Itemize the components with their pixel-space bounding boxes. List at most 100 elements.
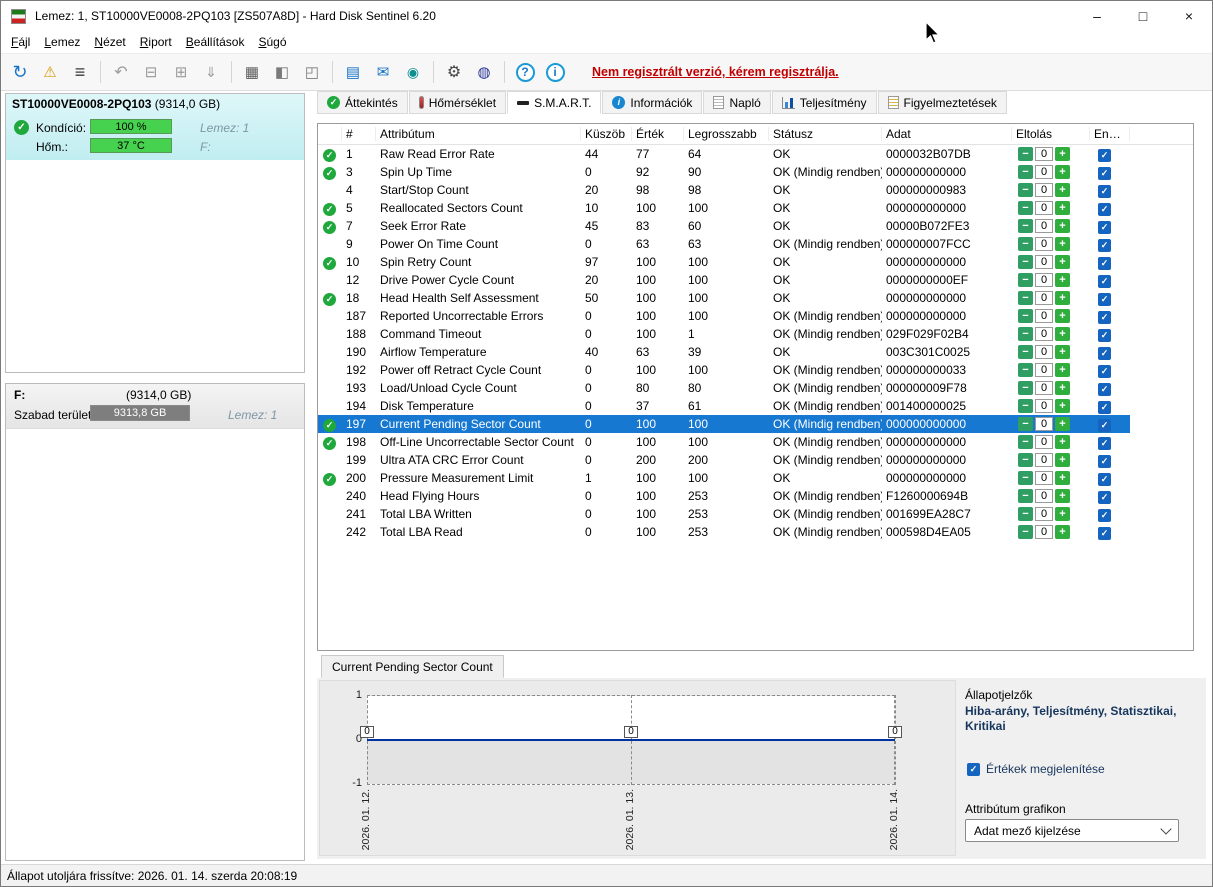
menu-item-beallitasok[interactable]: Beállítások [179, 32, 252, 52]
offset-increase-button[interactable]: + [1055, 363, 1070, 377]
offset-decrease-button[interactable]: − [1018, 273, 1033, 287]
enabled-checkbox[interactable]: ✓ [1098, 400, 1111, 414]
disk-remove-icon[interactable]: ⊟ [136, 58, 166, 86]
offset-decrease-button[interactable]: − [1018, 201, 1033, 215]
enabled-checkbox[interactable]: ✓ [1098, 328, 1111, 342]
offset-value[interactable]: 0 [1035, 471, 1053, 485]
table-row[interactable]: 188 Command Timeout 0 100 1 OK (Mindig rendbe… [318, 325, 1130, 343]
table-row[interactable]: ✓ 5 Reallocated Sectors Count 10 100 100 OK 000… [318, 199, 1130, 217]
table-row[interactable]: 240 Head Flying Hours 0 100 253 OK (Mindig re… [318, 487, 1130, 505]
table-row[interactable]: ✓ 1 Raw Read Error Rate 44 77 64 OK 0000032B07D… [318, 145, 1130, 163]
enabled-checkbox[interactable]: ✓ [1098, 238, 1111, 252]
disk-list-item[interactable]: ST10000VE0008-2PQ103 (9314,0 GB) ✓ Kondí… [6, 94, 304, 160]
offset-decrease-button[interactable]: − [1018, 345, 1033, 359]
offset-value[interactable]: 0 [1035, 399, 1053, 413]
enabled-checkbox[interactable]: ✓ [1098, 490, 1111, 504]
printer-icon[interactable]: ▦ [237, 58, 267, 86]
offset-decrease-button[interactable]: − [1018, 147, 1033, 161]
offset-increase-button[interactable]: + [1055, 237, 1070, 251]
enabled-checkbox[interactable]: ✓ [1098, 274, 1111, 288]
undo-icon[interactable]: ↶ [106, 58, 136, 86]
offset-decrease-button[interactable]: − [1018, 327, 1033, 341]
table-row[interactable]: 193 Load/Unload Cycle Count 0 80 80 OK (Mindi… [318, 379, 1130, 397]
tab-naplo[interactable]: Napló [703, 91, 771, 114]
menu-item-lemez[interactable]: Lemez [37, 32, 87, 52]
offset-increase-button[interactable]: + [1055, 309, 1070, 323]
offset-decrease-button[interactable]: − [1018, 165, 1033, 179]
offset-value[interactable]: 0 [1035, 381, 1053, 395]
offset-decrease-button[interactable]: − [1018, 363, 1033, 377]
offset-decrease-button[interactable]: − [1018, 399, 1033, 413]
offset-increase-button[interactable]: + [1055, 327, 1070, 341]
offset-increase-button[interactable]: + [1055, 219, 1070, 233]
table-row[interactable]: ✓ 7 Seek Error Rate 45 83 60 OK 00000B072FE3 −0 +… [318, 217, 1130, 235]
tab-attekintes[interactable]: ✓ Áttekintés [317, 91, 408, 114]
tab-informaciok[interactable]: i Információk [602, 91, 703, 114]
tab-homerseklet[interactable]: Hőmérséklet [408, 91, 507, 114]
enabled-checkbox[interactable]: ✓ [1098, 472, 1111, 486]
offset-decrease-button[interactable]: − [1018, 183, 1033, 197]
enabled-checkbox[interactable]: ✓ [1098, 184, 1111, 198]
enabled-checkbox[interactable]: ✓ [1098, 202, 1111, 216]
offset-value[interactable]: 0 [1035, 453, 1053, 467]
offset-increase-button[interactable]: + [1055, 399, 1070, 413]
offset-value[interactable]: 0 [1035, 273, 1053, 287]
table-row[interactable]: ✓ 198 Off-Line Uncorrectable Sector Count 0… [318, 433, 1130, 451]
offset-increase-button[interactable]: + [1055, 273, 1070, 287]
remote-webcam-icon[interactable]: ◉ [398, 58, 428, 86]
disk-package-icon[interactable]: ◰ [297, 58, 327, 86]
enabled-checkbox[interactable]: ✓ [1098, 382, 1111, 396]
table-row[interactable]: 194 Disk Temperature 0 37 61 OK (Mindig rendb… [318, 397, 1130, 415]
offset-value[interactable]: 0 [1035, 165, 1053, 179]
hardware-notes-icon[interactable]: ▤ [338, 58, 368, 86]
table-row[interactable]: ✓ 200 Pressure Measurement Limit 1 100 100 OK 0… [318, 469, 1130, 487]
table-row[interactable]: 9 Power On Time Count 0 63 63 OK (Mindig rend… [318, 235, 1130, 253]
column-header-attributum[interactable]: Attribútum [376, 127, 581, 141]
refresh-icon[interactable]: ↻ [5, 58, 35, 86]
online-disk-icon[interactable]: ◍ [469, 58, 499, 86]
settings-gear-icon[interactable]: ⚙ [439, 58, 469, 86]
enabled-checkbox[interactable]: ✓ [1098, 454, 1111, 468]
offset-increase-button[interactable]: + [1055, 417, 1070, 431]
enabled-checkbox[interactable]: ✓ [1098, 166, 1111, 180]
enabled-checkbox[interactable]: ✓ [1098, 148, 1111, 162]
column-header-legrosszabb[interactable]: Legrosszabb [684, 127, 769, 141]
report-list-icon[interactable]: ≡ [65, 58, 95, 86]
table-row[interactable]: ✓ 3 Spin Up Time 0 92 90 OK (Mindig rendben) 00… [318, 163, 1130, 181]
column-header-enge[interactable]: Enge... [1090, 127, 1130, 141]
column-header-adat[interactable]: Adat [882, 127, 1012, 141]
menu-item-nezet[interactable]: Nézet [87, 32, 132, 52]
column-header-status-icon[interactable] [318, 127, 342, 141]
minimize-button[interactable]: – [1074, 1, 1120, 31]
enabled-checkbox[interactable]: ✓ [1098, 310, 1111, 324]
tab-s-m-a-r-t[interactable]: S.M.A.R.T. [507, 91, 602, 114]
offset-value[interactable]: 0 [1035, 147, 1053, 161]
enabled-checkbox[interactable]: ✓ [1098, 364, 1111, 378]
maximize-button[interactable]: □ [1120, 1, 1166, 31]
help-icon[interactable]: ? [510, 58, 540, 86]
column-header-[interactable]: # [342, 127, 376, 141]
offset-value[interactable]: 0 [1035, 237, 1053, 251]
enabled-checkbox[interactable]: ✓ [1098, 526, 1111, 540]
table-row[interactable]: 12 Drive Power Cycle Count 20 100 100 OK 00000… [318, 271, 1130, 289]
offset-value[interactable]: 0 [1035, 291, 1053, 305]
offset-decrease-button[interactable]: − [1018, 507, 1033, 521]
offset-decrease-button[interactable]: − [1018, 309, 1033, 323]
show-values-checkbox[interactable]: ✓ [967, 762, 980, 776]
tab-teljesitmeny[interactable]: Teljesítmény [771, 91, 877, 114]
menu-item-sugo[interactable]: Súgó [251, 32, 293, 52]
offset-value[interactable]: 0 [1035, 345, 1053, 359]
offset-increase-button[interactable]: + [1055, 507, 1070, 521]
offset-value[interactable]: 0 [1035, 417, 1053, 431]
offset-value[interactable]: 0 [1035, 201, 1053, 215]
disk-download-icon[interactable]: ⇓ [196, 58, 226, 86]
offset-increase-button[interactable]: + [1055, 183, 1070, 197]
enabled-checkbox[interactable]: ✓ [1098, 508, 1111, 522]
offset-increase-button[interactable]: + [1055, 525, 1070, 539]
register-link[interactable]: Nem regisztrált verzió, kérem regisztrál… [592, 65, 839, 79]
offset-value[interactable]: 0 [1035, 327, 1053, 341]
offset-decrease-button[interactable]: − [1018, 525, 1033, 539]
offset-decrease-button[interactable]: − [1018, 255, 1033, 269]
column-header-eltolas[interactable]: Eltolás [1012, 127, 1090, 141]
table-row[interactable]: 187 Reported Uncorrectable Errors 0 100 100 O… [318, 307, 1130, 325]
